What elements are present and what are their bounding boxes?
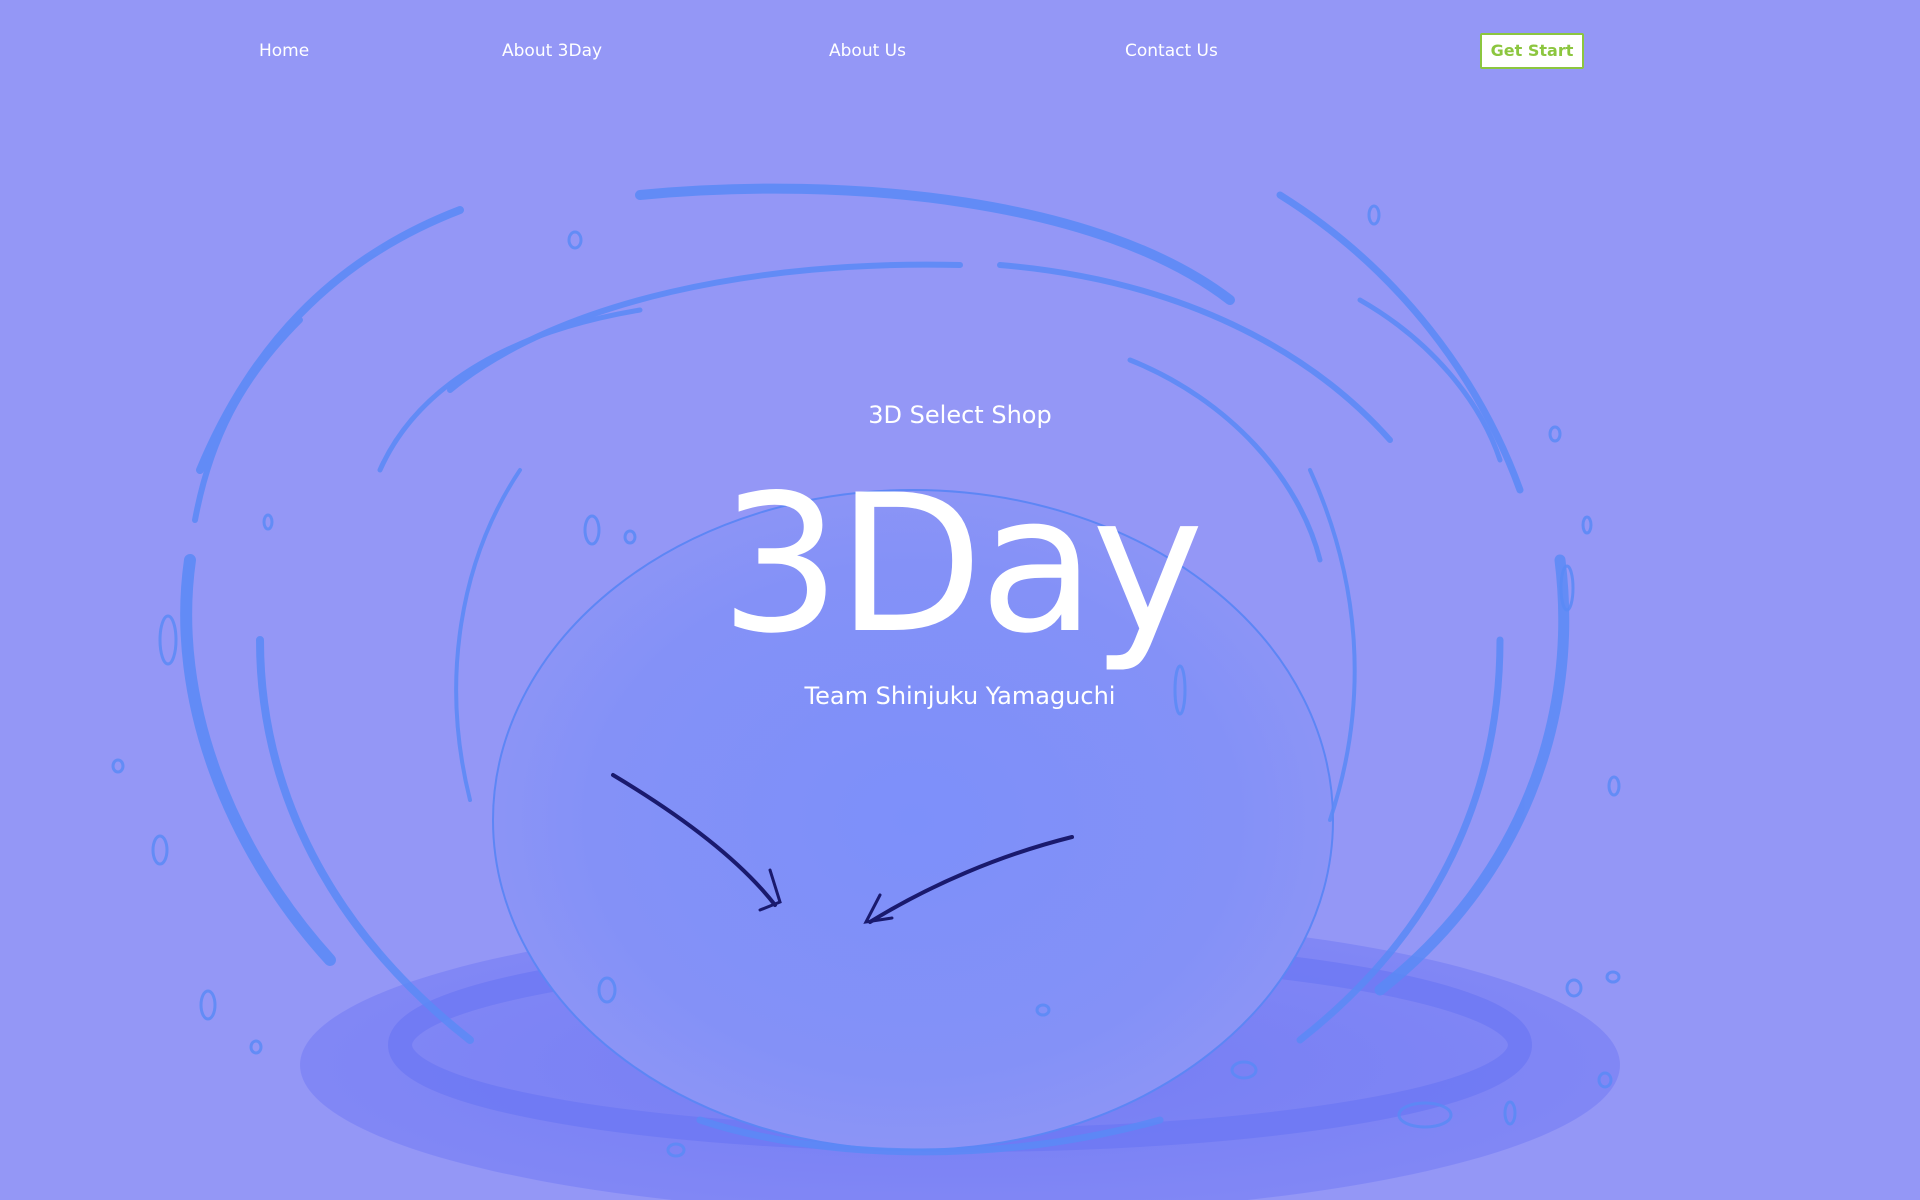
- get-start-button[interactable]: Get Start: [1480, 33, 1584, 69]
- nav-link-about-3day[interactable]: About 3Day: [502, 40, 602, 62]
- top-navigation: Home About 3Day About Us Contact Us Get …: [0, 0, 1920, 100]
- hero-tagline: 3D Select Shop: [868, 401, 1052, 429]
- team-name: Team Shinjuku Yamaguchi: [804, 682, 1116, 710]
- nav-link-home[interactable]: Home: [259, 40, 309, 62]
- nav-link-about-us[interactable]: About Us: [829, 40, 906, 62]
- brand-title: 3Day: [719, 454, 1204, 675]
- nav-link-contact-us[interactable]: Contact Us: [1125, 40, 1218, 62]
